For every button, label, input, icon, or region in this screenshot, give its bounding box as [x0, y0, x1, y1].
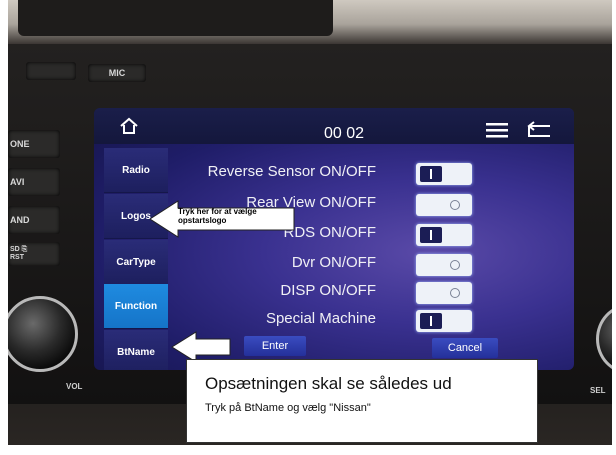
instruction-subtitle: Tryk på BtName og vælg "Nissan" [205, 402, 371, 414]
toggle-disp[interactable] [416, 282, 472, 304]
setting-label-dvr: Dvr ON/OFF [291, 254, 376, 271]
enter-button[interactable]: Enter [244, 336, 306, 356]
back-icon[interactable] [524, 120, 552, 140]
hw-button-band[interactable]: AND [8, 206, 60, 234]
hw-button-phone[interactable]: ONE [8, 130, 60, 158]
sel-label: SEL [590, 386, 606, 395]
instruction-title: Opsætningen skal se således ud [205, 374, 452, 393]
cancel-button[interactable]: Cancel [432, 338, 498, 358]
sidebar-item-btname[interactable]: BtName [104, 330, 168, 370]
mic-label: MIC [88, 64, 146, 82]
menu-icon[interactable] [486, 122, 508, 138]
toggle-rear-view[interactable] [416, 194, 472, 216]
sidebar-item-function[interactable]: Function [104, 284, 168, 329]
logos-callout-text: Tryk her for at vælge opstartslogo [178, 207, 257, 225]
hw-button-top-left[interactable] [26, 62, 76, 80]
home-icon[interactable] [118, 116, 140, 136]
settings-sidebar: Radio Logos CarType Function BtName [104, 148, 168, 370]
hw-button-sd-rst[interactable]: SD ⎘ RST [8, 242, 60, 266]
toggle-special-machine[interactable] [416, 310, 472, 332]
shelf-device [18, 0, 333, 36]
sidebar-item-cartype[interactable]: CarType [104, 240, 168, 285]
toggle-on-indicator [420, 166, 442, 182]
toggle-off-indicator [442, 197, 466, 213]
sidebar-item-radio[interactable]: Radio [104, 148, 168, 193]
instruction-box: Opsætningen skal se således ud Tryk på B… [186, 359, 538, 443]
toggle-off-indicator [442, 285, 466, 301]
setting-label-special-machine: Special Machine [265, 310, 376, 327]
shelf [8, 0, 612, 44]
toggle-dvr[interactable] [416, 254, 472, 276]
toggle-reverse-sensor[interactable] [416, 163, 472, 185]
toggle-off-indicator [442, 257, 466, 273]
toggle-rds[interactable] [416, 224, 472, 246]
vol-label: VOL [66, 382, 83, 391]
clock: 00 02 [324, 125, 365, 142]
toggle-on-indicator [420, 227, 442, 243]
toggle-on-indicator [420, 313, 442, 329]
setting-label-reverse-sensor: Reverse Sensor ON/OFF [207, 163, 376, 180]
hw-button-navi[interactable]: AVI [8, 168, 60, 196]
setting-label-disp: DISP ON/OFF [280, 282, 376, 299]
